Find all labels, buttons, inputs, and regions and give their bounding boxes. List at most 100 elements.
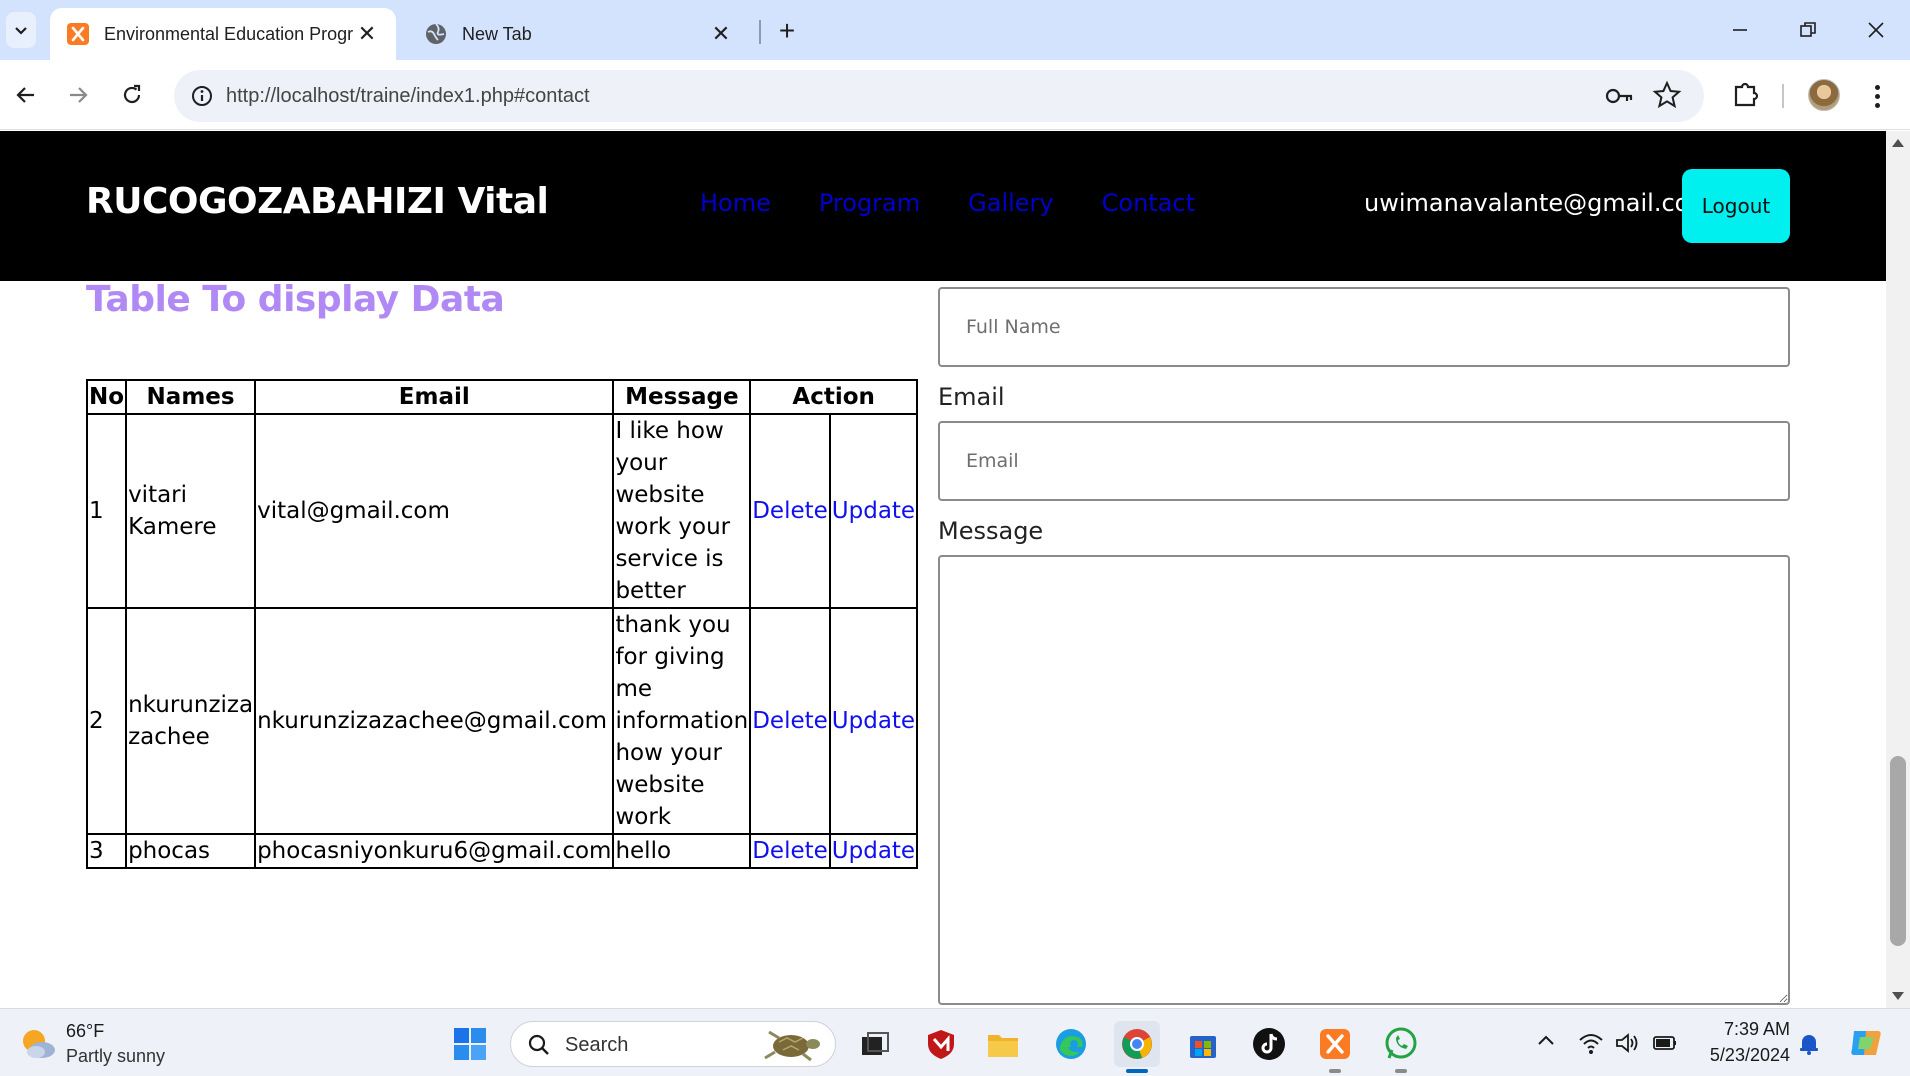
forward-button[interactable] bbox=[58, 75, 98, 115]
message-label: Message bbox=[938, 517, 1044, 545]
minimize-button[interactable] bbox=[1712, 8, 1768, 52]
chrome-browser-app[interactable] bbox=[1114, 1021, 1160, 1073]
message-line: work your bbox=[615, 514, 731, 540]
edge-browser-app[interactable] bbox=[1048, 1021, 1094, 1067]
globe-icon bbox=[426, 23, 446, 44]
mcafee-app[interactable] bbox=[918, 1021, 964, 1067]
folder-icon bbox=[988, 1035, 1018, 1057]
site-brand[interactable]: RUCOGOZABAHIZI Vital bbox=[86, 181, 549, 222]
cell-delete: Delete bbox=[749, 833, 831, 869]
tab-title: New Tab bbox=[462, 23, 532, 44]
chevron-down-icon bbox=[15, 27, 27, 35]
update-link[interactable]: Update bbox=[832, 498, 915, 524]
browser-menu-icon[interactable] bbox=[1862, 78, 1892, 114]
search-icon bbox=[528, 1034, 549, 1055]
message-line: your bbox=[615, 450, 668, 476]
microsoft-store-app[interactable] bbox=[1180, 1021, 1226, 1067]
delete-link[interactable]: Delete bbox=[752, 838, 828, 864]
cell-no: 2 bbox=[85, 607, 128, 835]
update-link[interactable]: Update bbox=[832, 838, 915, 864]
message-line: I like how bbox=[615, 418, 724, 444]
scroll-up-arrow-icon[interactable] bbox=[1892, 139, 1904, 147]
column-header-action: Action bbox=[749, 379, 919, 415]
running-app-indicator bbox=[1329, 1069, 1341, 1073]
logout-button[interactable]: Logout bbox=[1682, 169, 1790, 243]
taskbar-clock-date[interactable]: 5/23/2024 bbox=[1700, 1045, 1790, 1066]
contact-form: Email Message bbox=[938, 287, 1790, 1005]
volume-icon[interactable] bbox=[1614, 1031, 1640, 1055]
close-icon bbox=[1868, 22, 1884, 38]
taskbar-clock-time[interactable]: 7:39 AM bbox=[1716, 1019, 1790, 1040]
nav-link-home[interactable]: Home bbox=[700, 189, 771, 217]
windows-start-icon[interactable] bbox=[452, 1026, 488, 1062]
new-tab-button[interactable]: + bbox=[770, 14, 804, 48]
turtle-illustration-icon bbox=[764, 1030, 820, 1062]
cell-message: I like how your website work your servic… bbox=[612, 413, 752, 609]
task-view-icon bbox=[862, 1032, 889, 1055]
update-link[interactable]: Update bbox=[832, 708, 915, 734]
page-scrollbar[interactable] bbox=[1886, 131, 1910, 1008]
message-line: website bbox=[615, 772, 705, 798]
notification-bell-icon[interactable] bbox=[1798, 1031, 1820, 1055]
url-text[interactable]: http://localhost/traine/index1.php#conta… bbox=[226, 70, 590, 122]
taskbar-search[interactable]: Search bbox=[510, 1021, 836, 1067]
chevron-up-icon[interactable] bbox=[1536, 1031, 1556, 1051]
restore-icon bbox=[1800, 22, 1816, 37]
back-arrow-icon bbox=[16, 87, 34, 103]
cell-delete: Delete bbox=[749, 607, 831, 835]
task-view-app[interactable] bbox=[852, 1021, 898, 1067]
full-name-input[interactable] bbox=[938, 287, 1790, 367]
name-line: nkurunziza bbox=[128, 692, 254, 718]
close-tab-icon[interactable]: ✕ bbox=[708, 21, 734, 47]
nav-link-contact[interactable]: Contact bbox=[1102, 189, 1195, 217]
close-window-button[interactable] bbox=[1848, 8, 1904, 52]
scroll-down-arrow-icon[interactable] bbox=[1892, 992, 1904, 1000]
delete-link[interactable]: Delete bbox=[752, 498, 828, 524]
restore-button[interactable] bbox=[1780, 8, 1836, 52]
name-line: phocas bbox=[128, 838, 211, 864]
tab-environmental-education[interactable]: Environmental Education Progra ✕ bbox=[50, 8, 396, 60]
column-header-message: Message bbox=[612, 379, 752, 415]
message-line: service is bbox=[615, 546, 724, 572]
bookmark-star-icon[interactable] bbox=[1652, 80, 1682, 110]
whatsapp-app[interactable] bbox=[1378, 1021, 1424, 1073]
chrome-icon bbox=[1122, 1029, 1152, 1059]
copilot-icon[interactable] bbox=[1846, 1023, 1886, 1063]
nav-link-program[interactable]: Program bbox=[819, 189, 920, 217]
close-tab-icon[interactable]: ✕ bbox=[354, 21, 380, 47]
column-header-email: Email bbox=[254, 379, 615, 415]
battery-icon[interactable] bbox=[1652, 1031, 1678, 1055]
tab-new-tab[interactable]: New Tab ✕ bbox=[408, 8, 750, 60]
message-textarea[interactable] bbox=[938, 555, 1790, 1005]
reload-button[interactable] bbox=[112, 75, 152, 115]
column-header-names: Names bbox=[125, 379, 257, 415]
contacts-table: No Names Email Message Action 1 vitari K… bbox=[85, 379, 919, 869]
message-line: better bbox=[615, 578, 686, 604]
password-key-icon[interactable] bbox=[1604, 82, 1634, 110]
cell-update: Update bbox=[828, 833, 919, 869]
cell-names: nkurunziza zachee bbox=[125, 607, 257, 835]
message-line: for giving bbox=[615, 644, 725, 670]
weather-temperature[interactable]: 66°F bbox=[66, 1021, 104, 1042]
tiktok-app[interactable] bbox=[1246, 1021, 1292, 1067]
extensions-puzzle-icon[interactable] bbox=[1728, 77, 1764, 113]
tab-title: Environmental Education Progra bbox=[104, 23, 354, 44]
back-button[interactable] bbox=[6, 75, 46, 115]
partly-sunny-weather-icon[interactable] bbox=[18, 1023, 58, 1063]
weather-description[interactable]: Partly sunny bbox=[66, 1046, 165, 1067]
email-input[interactable] bbox=[938, 421, 1790, 501]
site-info-icon[interactable] bbox=[186, 80, 218, 112]
xampp-app[interactable] bbox=[1312, 1021, 1358, 1073]
wifi-icon[interactable] bbox=[1578, 1031, 1604, 1055]
forward-arrow-icon bbox=[70, 87, 88, 103]
tab-search-button[interactable] bbox=[6, 12, 36, 48]
profile-avatar[interactable] bbox=[1808, 79, 1840, 111]
delete-link[interactable]: Delete bbox=[752, 708, 828, 734]
cell-no: 1 bbox=[85, 413, 128, 609]
address-bar[interactable]: http://localhost/traine/index1.php#conta… bbox=[174, 70, 1704, 122]
nav-link-gallery[interactable]: Gallery bbox=[968, 189, 1053, 217]
scrollbar-thumb[interactable] bbox=[1890, 756, 1906, 946]
mcafee-shield-icon bbox=[928, 1030, 954, 1059]
edge-icon bbox=[1056, 1029, 1086, 1059]
file-explorer-app[interactable] bbox=[980, 1021, 1026, 1067]
